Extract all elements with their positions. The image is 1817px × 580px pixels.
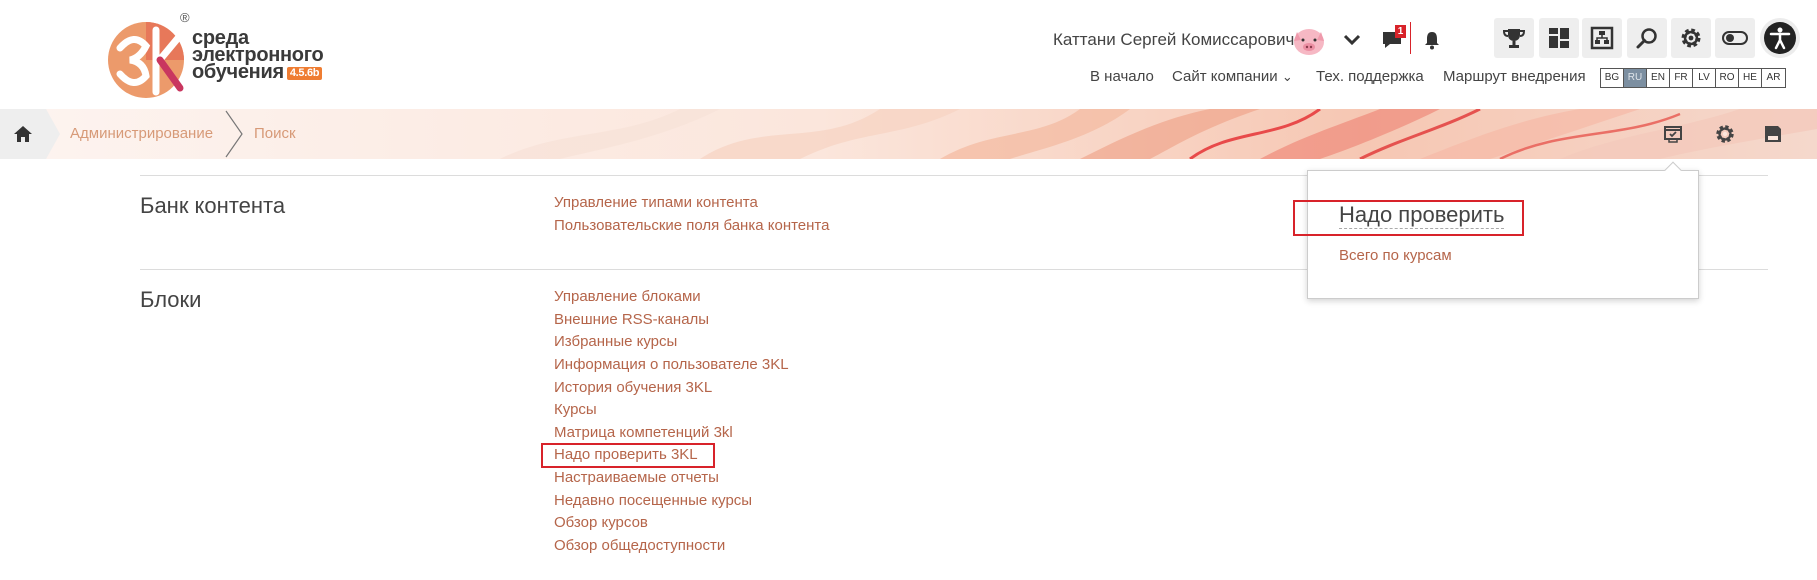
dashboard-button[interactable] — [1539, 18, 1579, 58]
nav-link-company-site[interactable]: Сайт компании ⌄ — [1172, 68, 1293, 85]
link-course-overview[interactable]: Обзор курсов — [554, 514, 648, 532]
highlight-box — [541, 443, 715, 468]
breadcrumb-separator-icon — [225, 110, 243, 158]
logo-registered-mark: ® — [180, 10, 190, 25]
user-menu-chevron-icon[interactable] — [1338, 26, 1366, 54]
logo-mark-icon — [108, 22, 184, 98]
home-icon — [14, 126, 32, 142]
section-title-content-bank: Банк контента — [140, 193, 286, 218]
lang-ru[interactable]: RU — [1624, 69, 1647, 87]
theme-toggle-button[interactable] — [1715, 18, 1755, 58]
accessibility-icon — [1764, 22, 1796, 54]
logo-line-3: обучения 4.5.6b — [192, 61, 323, 83]
lang-en[interactable]: EN — [1647, 69, 1670, 87]
gear-icon — [1716, 125, 1734, 143]
link-competency-matrix[interactable]: Матрица компетенций 3kl — [554, 424, 733, 442]
save-button[interactable] — [1760, 121, 1786, 147]
breadcrumb-admin[interactable]: Администрирование — [70, 125, 213, 142]
review-button[interactable] — [1660, 121, 1686, 147]
bell-icon[interactable] — [1418, 26, 1446, 54]
achievements-button[interactable] — [1494, 18, 1534, 58]
popover-link-all-courses[interactable]: Всего по курсам — [1339, 247, 1452, 264]
nav-link-support[interactable]: Тех. поддержка — [1316, 68, 1424, 85]
nav-link-home[interactable]: В начало — [1090, 68, 1154, 85]
logo-text: среда электронного обучения 4.5.6b — [192, 28, 324, 83]
breadcrumb-separator-icon — [46, 109, 60, 159]
version-badge: 4.5.6b — [286, 67, 323, 80]
link-content-types[interactable]: Управление типами контента — [554, 194, 758, 212]
language-switcher: BG RU EN FR LV RO HE AR — [1600, 68, 1786, 88]
user-name[interactable]: Каттани Сергей Комиссарович — [1053, 30, 1294, 50]
link-learning-history[interactable]: История обучения 3KL — [554, 379, 712, 397]
gear-icon — [1681, 28, 1701, 48]
link-accessibility-review[interactable]: Обзор общедоступности — [554, 537, 725, 555]
org-chart-icon — [1590, 26, 1614, 50]
breadcrumb-bar: Администрирование Поиск — [0, 109, 1817, 159]
structure-button[interactable] — [1582, 18, 1622, 58]
link-content-bank-fields[interactable]: Пользовательские поля банка контента — [554, 217, 829, 235]
header-divider — [1410, 22, 1411, 54]
link-manage-blocks[interactable]: Управление блоками — [554, 288, 701, 306]
page-settings-button[interactable] — [1712, 121, 1738, 147]
nav-link-roadmap[interactable]: Маршрут внедрения — [1443, 68, 1586, 85]
trophy-icon — [1502, 29, 1526, 48]
link-rss-feeds[interactable]: Внешние RSS-каналы — [554, 311, 709, 329]
toggle-icon — [1722, 31, 1748, 45]
link-courses[interactable]: Курсы — [554, 401, 597, 419]
link-user-info[interactable]: Информация о пользователе 3KL — [554, 356, 789, 374]
lang-ro[interactable]: RO — [1716, 69, 1739, 87]
message-count-badge: 1 — [1395, 25, 1406, 38]
lang-bg[interactable]: BG — [1601, 69, 1624, 87]
search-icon — [1636, 28, 1657, 49]
lang-ar[interactable]: AR — [1762, 69, 1785, 87]
avatar[interactable] — [1290, 22, 1328, 58]
nav-link-company-site-label: Сайт компании — [1172, 68, 1278, 85]
link-starred-courses[interactable]: Избранные курсы — [554, 333, 677, 351]
chevron-down-icon: ⌄ — [1281, 69, 1293, 84]
logo-line-3-text: обучения — [192, 61, 284, 83]
lang-fr[interactable]: FR — [1670, 69, 1693, 87]
lang-lv[interactable]: LV — [1693, 69, 1716, 87]
save-icon — [1765, 126, 1781, 142]
dashboard-icon — [1549, 28, 1569, 48]
review-icon — [1664, 126, 1682, 143]
home-button[interactable] — [0, 109, 46, 159]
link-recent-courses[interactable]: Недавно посещенные курсы — [554, 492, 752, 510]
settings-button[interactable] — [1671, 18, 1711, 58]
highlight-box — [1293, 200, 1524, 236]
logo[interactable]: ® среда электронного обучения 4.5.6b — [106, 10, 346, 102]
accessibility-button[interactable] — [1760, 18, 1800, 58]
breadcrumb-search: Поиск — [254, 125, 296, 142]
search-button[interactable] — [1627, 18, 1667, 58]
lang-he[interactable]: HE — [1739, 69, 1762, 87]
link-custom-reports[interactable]: Настраиваемые отчеты — [554, 469, 719, 487]
section-title-blocks: Блоки — [140, 287, 202, 312]
